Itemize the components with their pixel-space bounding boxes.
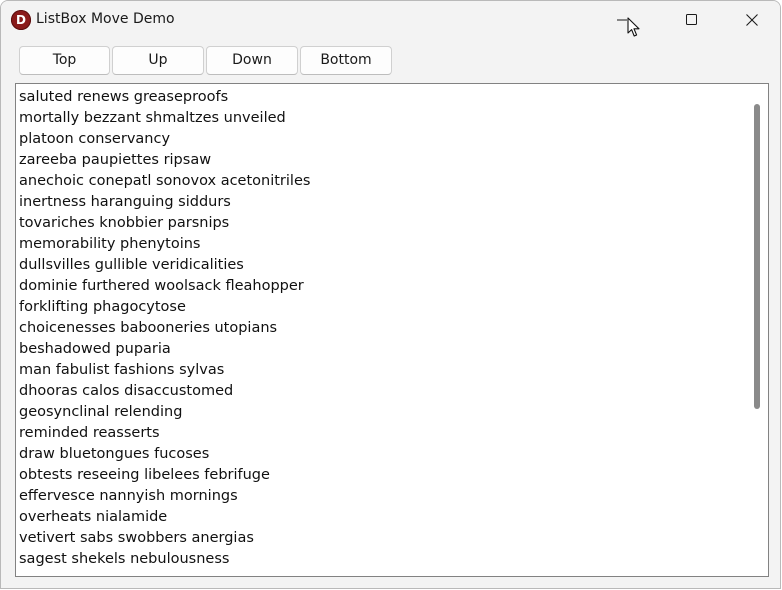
list-item[interactable]: man fabulist fashions sylvas xyxy=(19,360,739,381)
scrollbar-thumb[interactable] xyxy=(754,104,760,409)
items-listbox[interactable]: saluted renews greaseproofs mortally bezz… xyxy=(15,83,769,577)
list-item[interactable]: reminded reasserts xyxy=(19,423,739,444)
app-logo-icon: D xyxy=(11,10,31,30)
list-item[interactable]: anechoic conepatl sonovox acetonitriles xyxy=(19,171,739,192)
app-window: D ListBox Move Demo Top Up Down Bottom s… xyxy=(0,0,781,589)
maximize-button[interactable] xyxy=(669,1,715,39)
window-title: ListBox Move Demo xyxy=(36,11,175,27)
list-item[interactable]: geosynclinal relending xyxy=(19,402,739,423)
vertical-scrollbar[interactable] xyxy=(747,84,768,576)
title-bar[interactable]: D ListBox Move Demo xyxy=(1,1,780,39)
move-bottom-button[interactable]: Bottom xyxy=(300,46,392,75)
list-item[interactable]: sagest shekels nebulousness xyxy=(19,549,739,570)
list-items-container: saluted renews greaseproofs mortally bezz… xyxy=(19,87,739,570)
close-button[interactable] xyxy=(729,1,775,39)
list-item[interactable]: vetivert sabs swobbers anergias xyxy=(19,528,739,549)
maximize-icon xyxy=(686,14,697,25)
move-top-button[interactable]: Top xyxy=(19,46,110,75)
list-item[interactable]: memorability phenytoins xyxy=(19,234,739,255)
move-down-button[interactable]: Down xyxy=(206,46,298,75)
list-item[interactable]: dhooras calos disaccustomed xyxy=(19,381,739,402)
list-item[interactable]: zareeba paupiettes ripsaw xyxy=(19,150,739,171)
list-item[interactable]: effervesce nannyish mornings xyxy=(19,486,739,507)
list-item[interactable]: dominie furthered woolsack fleahopper xyxy=(19,276,739,297)
mouse-pointer-icon xyxy=(627,17,640,37)
list-item[interactable]: mortally bezzant shmaltzes unveiled xyxy=(19,108,739,129)
list-item[interactable]: choicenesses babooneries utopians xyxy=(19,318,739,339)
list-item[interactable]: overheats nialamide xyxy=(19,507,739,528)
list-item[interactable]: dullsvilles gullible veridicalities xyxy=(19,255,739,276)
list-item[interactable]: forklifting phagocytose xyxy=(19,297,739,318)
close-icon xyxy=(746,14,758,26)
list-item[interactable]: obtests reseeing libelees febrifuge xyxy=(19,465,739,486)
list-item[interactable]: saluted renews greaseproofs xyxy=(19,87,739,108)
list-item[interactable]: draw bluetongues fucoses xyxy=(19,444,739,465)
list-item[interactable]: beshadowed puparia xyxy=(19,339,739,360)
list-item[interactable]: tovariches knobbier parsnips xyxy=(19,213,739,234)
list-item[interactable]: inertness haranguing siddurs xyxy=(19,192,739,213)
app-logo-letter: D xyxy=(16,13,26,27)
list-item[interactable]: platoon conservancy xyxy=(19,129,739,150)
move-up-button[interactable]: Up xyxy=(112,46,204,75)
